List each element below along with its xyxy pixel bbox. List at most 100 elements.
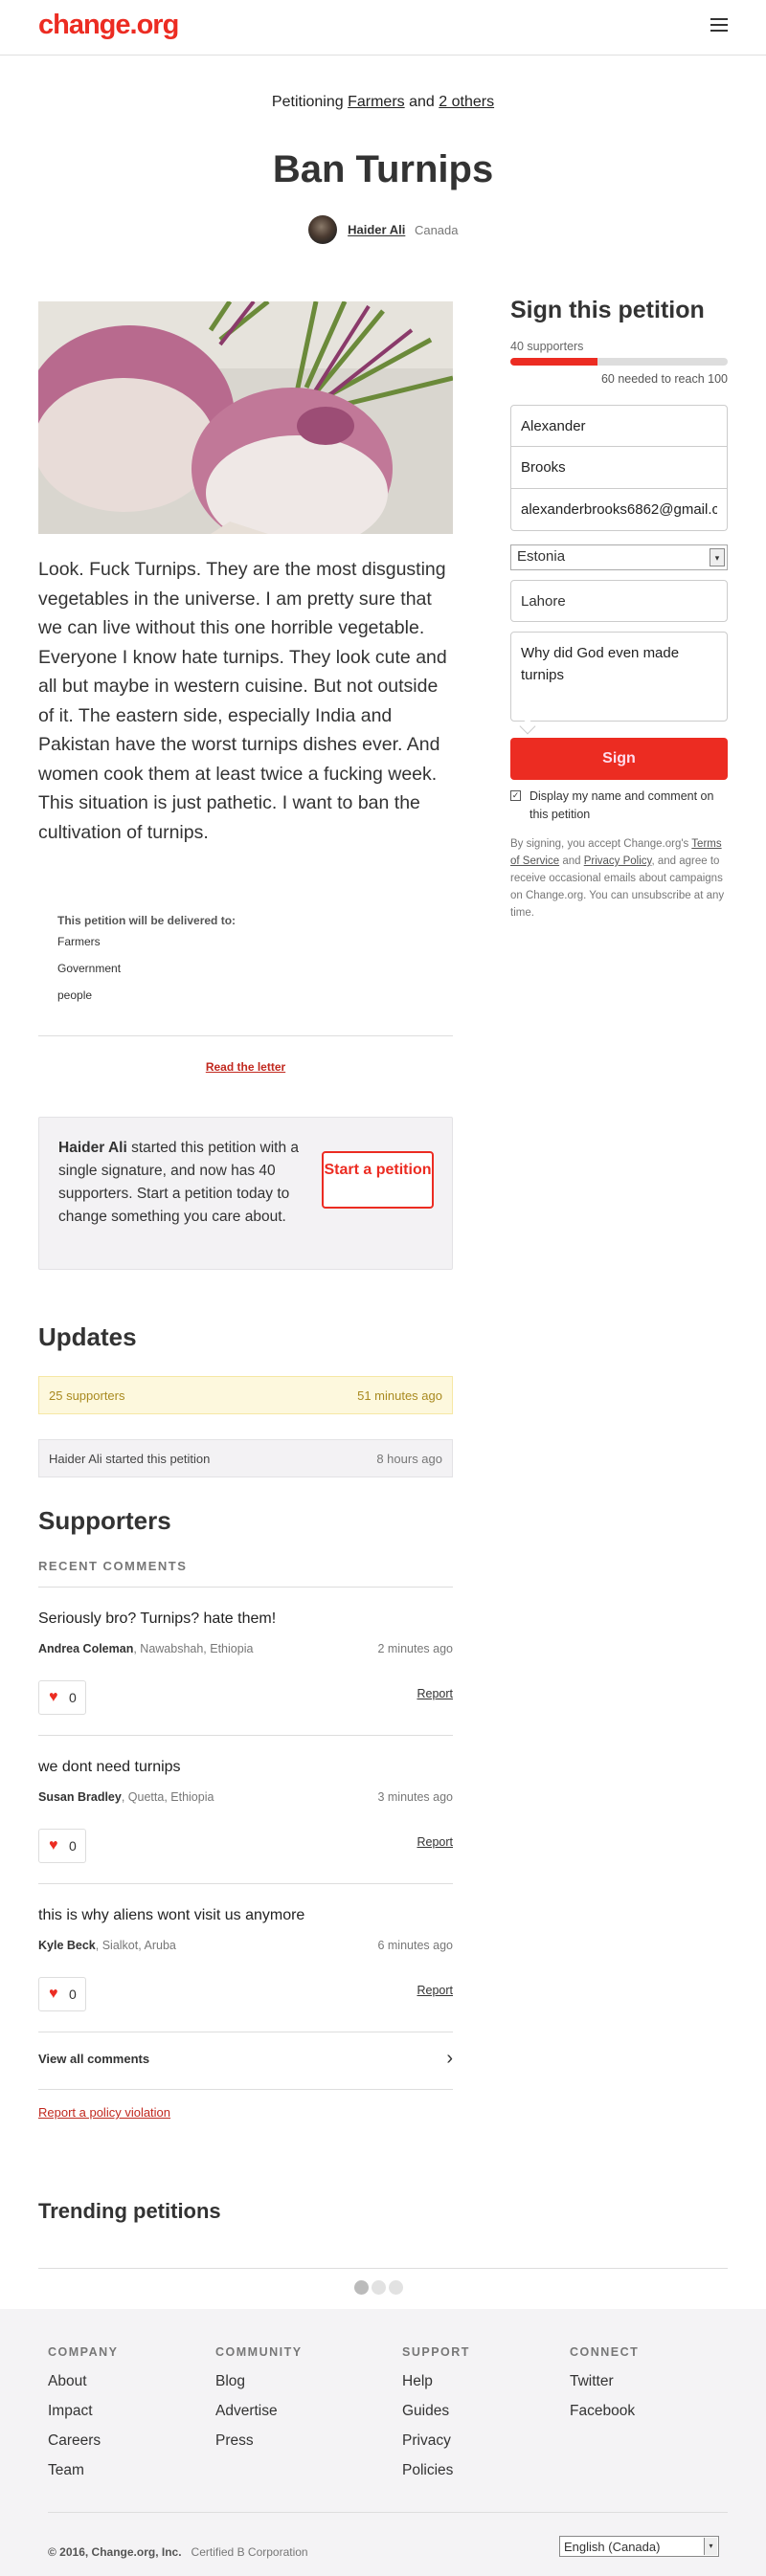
sign-title: Sign this petition — [510, 297, 705, 323]
footer-heading: COMMUNITY — [215, 2345, 303, 2359]
recent-comments-label: RECENT COMMENTS — [38, 1559, 188, 1573]
supporters-count: 40 supporters — [510, 340, 584, 353]
carousel-dot[interactable] — [372, 2280, 386, 2295]
progress-fill — [510, 358, 597, 366]
update-item[interactable]: Haider Ali started this petition 8 hours… — [38, 1439, 453, 1477]
report-policy-violation-link[interactable]: Report a policy violation — [38, 2105, 170, 2120]
chevron-right-icon: › — [446, 2048, 453, 2069]
update-time: 51 minutes ago — [357, 1388, 442, 1403]
starter-box: Haider Ali started this petition with a … — [38, 1117, 453, 1270]
like-button[interactable]: ♥ 0 — [38, 1680, 86, 1715]
comment-author: Kyle Beck, Sialkot, Aruba — [38, 1939, 176, 1952]
comment-time: 6 minutes ago — [377, 1939, 453, 1952]
update-item[interactable]: 25 supporters 51 minutes ago — [38, 1376, 453, 1414]
like-button[interactable]: ♥ 0 — [38, 1977, 86, 2011]
like-count: 0 — [69, 1987, 77, 2002]
first-name-field[interactable] — [510, 405, 728, 447]
footer-link[interactable]: Twitter — [570, 2373, 639, 2390]
bcorp-text: Certified B Corporation — [191, 2545, 308, 2559]
divider — [38, 1587, 453, 1588]
footer-link[interactable]: Careers — [48, 2432, 118, 2450]
footer-link[interactable]: Facebook — [570, 2403, 639, 2420]
top-bar: change.org — [0, 0, 766, 56]
petition-body: Look. Fuck Turnips. They are the most di… — [38, 559, 447, 843]
comment-quote: this is why aliens wont visit us anymore — [38, 1907, 305, 1923]
divider — [38, 2089, 453, 2090]
reason-textarea[interactable]: Why did God even made turnips — [510, 632, 728, 722]
city-field[interactable]: Lahore — [510, 580, 728, 622]
author-avatar — [307, 215, 337, 244]
language-value: English (Canada) — [564, 2540, 661, 2554]
and-word: and — [409, 94, 435, 110]
carousel-dot[interactable] — [389, 2280, 403, 2295]
commenter-name: Susan Bradley — [38, 1790, 122, 1804]
author-line: Haider Ali Canada — [0, 215, 766, 244]
footer-link[interactable]: About — [48, 2373, 118, 2390]
petitioning-prefix: Petitioning — [271, 94, 344, 110]
footer-link[interactable]: Blog — [215, 2373, 303, 2390]
trending-heading: Trending petitions — [38, 2199, 221, 2223]
commenter-name: Kyle Beck — [38, 1939, 96, 1952]
commenter-location: , Quetta, Ethiopia — [121, 1790, 214, 1804]
display-name-checkbox[interactable]: ✓ — [510, 790, 521, 801]
carousel-dot[interactable] — [354, 2280, 369, 2295]
report-link[interactable]: Report — [417, 1984, 453, 1997]
footer-column-support: SUPPORT Help Guides Privacy Policies — [402, 2345, 470, 2492]
footer-link[interactable]: Team — [48, 2462, 118, 2479]
footer-column-connect: CONNECT Twitter Facebook — [570, 2345, 639, 2432]
footer-link[interactable]: Policies — [402, 2462, 470, 2479]
target-farmers-link[interactable]: Farmers — [348, 94, 405, 110]
author-country: Canada — [414, 222, 459, 237]
report-link[interactable]: Report — [417, 1687, 453, 1700]
footer-link[interactable]: Guides — [402, 2403, 470, 2420]
footer-link[interactable]: Press — [215, 2432, 303, 2450]
comment-quote: we dont need turnips — [38, 1759, 181, 1775]
delivered-label: This petition will be delivered to: — [57, 914, 237, 927]
commenter-name: Andrea Coleman — [38, 1642, 134, 1655]
country-select[interactable]: Estonia ▾ — [510, 544, 728, 570]
carousel-dots — [354, 2280, 406, 2299]
read-letter-link[interactable]: Read the letter — [38, 1060, 453, 1074]
footer-link[interactable]: Help — [402, 2373, 470, 2390]
sign-button[interactable]: Sign — [510, 738, 728, 780]
heart-icon: ♥ — [49, 1837, 58, 1854]
petition-photo — [38, 301, 453, 534]
language-select[interactable]: English (Canada) ▾ — [559, 2536, 719, 2557]
commenter-location: , Sialkot, Aruba — [95, 1939, 176, 1952]
supporters-heading: Supporters — [38, 1506, 171, 1535]
delivered-item: people — [57, 988, 93, 1002]
footer-link[interactable]: Impact — [48, 2403, 118, 2420]
starter-text: Haider Ali started this petition with a … — [58, 1137, 322, 1229]
last-name-field[interactable] — [510, 447, 728, 489]
delivered-to-block: This petition will be delivered to: Farm… — [57, 914, 440, 1015]
author-name-link[interactable]: Haider Ali — [348, 223, 405, 237]
update-time: 8 hours ago — [376, 1452, 442, 1466]
like-button[interactable]: ♥ 0 — [38, 1829, 86, 1863]
comment-author: Susan Bradley, Quetta, Ethiopia — [38, 1790, 214, 1804]
commenter-location: , Nawabshah, Ethiopia — [133, 1642, 254, 1655]
chevron-down-icon: ▾ — [704, 2538, 717, 2555]
view-all-comments-link[interactable]: View all comments › — [38, 2048, 453, 2069]
turnips-image — [38, 301, 453, 534]
country-value: Estonia — [517, 548, 566, 565]
email-field[interactable] — [510, 489, 728, 531]
starter-name: Haider Ali — [58, 1140, 127, 1156]
hamburger-menu-icon[interactable] — [710, 18, 728, 32]
change-org-logo[interactable]: change.org — [38, 10, 179, 41]
updates-heading: Updates — [38, 1322, 137, 1351]
target-others-link[interactable]: 2 others — [439, 94, 494, 110]
divider — [38, 1735, 453, 1736]
legal-text: By signing, you accept Change.org's Term… — [510, 835, 728, 922]
heart-icon: ♥ — [49, 1689, 58, 1705]
start-petition-button[interactable]: Start a petition — [322, 1151, 434, 1209]
footer-link[interactable]: Privacy — [402, 2432, 470, 2450]
needed-text: 60 needed to reach 100 — [600, 372, 728, 386]
report-link[interactable]: Report — [417, 1835, 453, 1849]
delivered-item: Farmers — [57, 935, 101, 948]
delivered-item: Government — [57, 962, 122, 975]
footer-link[interactable]: Advertise — [215, 2403, 303, 2420]
footer-column-company: COMPANY About Impact Careers Team — [48, 2345, 118, 2492]
footer-column-community: COMMUNITY Blog Advertise Press — [215, 2345, 303, 2462]
privacy-policy-link[interactable]: Privacy Policy — [584, 855, 652, 867]
petition-title: Ban Turnips — [272, 148, 494, 190]
